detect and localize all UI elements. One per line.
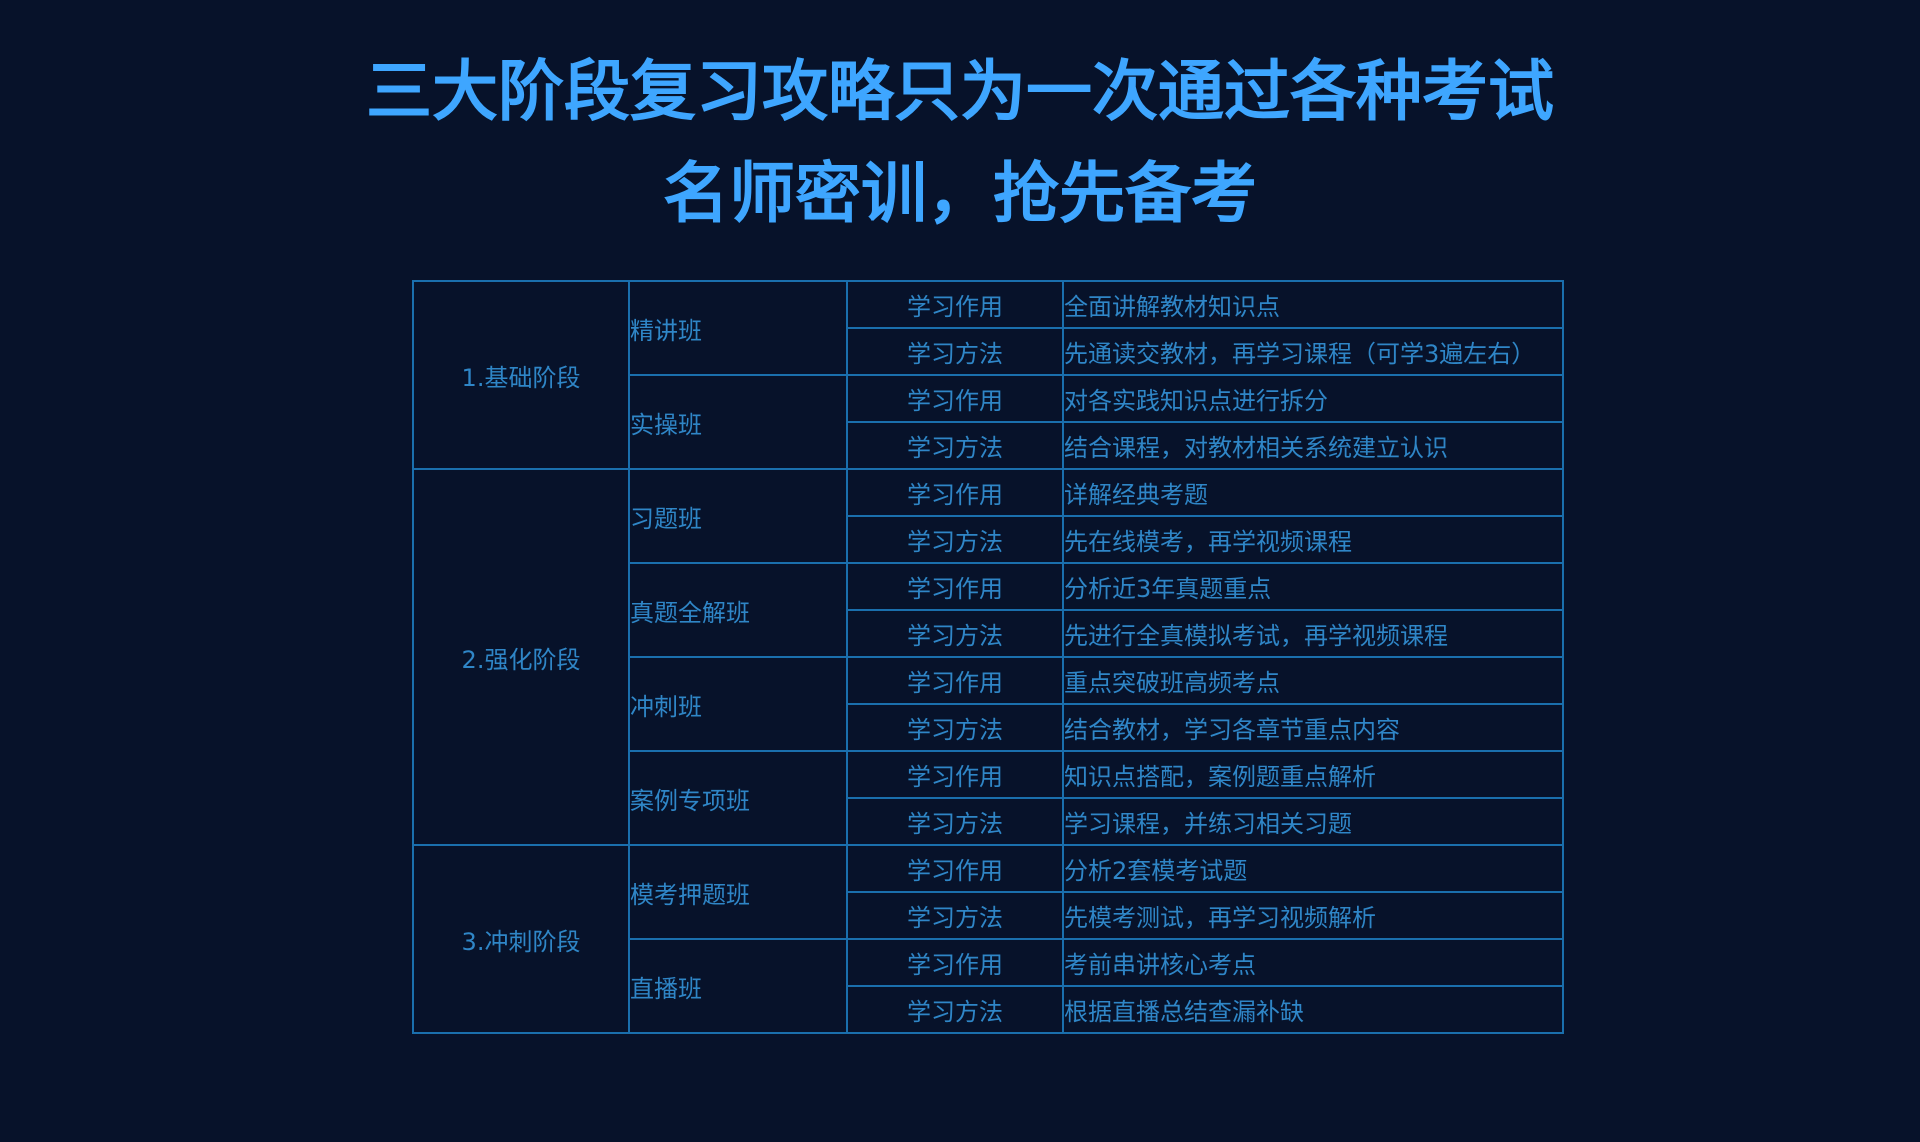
table-row: 2.强化阶段 习题班 学习作用 详解经典考题 (412, 468, 1564, 846)
class-cell: 实操班 (628, 374, 848, 470)
kind-cell: 学习作用 (846, 374, 1064, 423)
kind-cell: 学习方法 (846, 515, 1064, 564)
desc-cell: 先模考测试，再学习视频解析 (1062, 891, 1564, 940)
kind-cell: 学习作用 (846, 844, 1064, 893)
kind-cell: 学习方法 (846, 327, 1064, 376)
desc-cell: 先进行全真模拟考试，再学视频课程 (1062, 609, 1564, 658)
stage-cell: 3.冲刺阶段 (412, 844, 630, 1034)
kind-cell: 学习方法 (846, 891, 1064, 940)
desc-cell: 结合教材，学习各章节重点内容 (1062, 703, 1564, 752)
class-cell: 精讲班 (628, 280, 848, 376)
desc-cell: 学习课程，并练习相关习题 (1062, 797, 1564, 846)
desc-cell: 先在线模考，再学视频课程 (1062, 515, 1564, 564)
desc-cell: 详解经典考题 (1062, 468, 1564, 517)
class-cell: 直播班 (628, 938, 848, 1034)
desc-cell: 结合课程，对教材相关系统建立认识 (1062, 421, 1564, 470)
kind-cell: 学习作用 (846, 280, 1064, 329)
desc-cell: 根据直播总结查漏补缺 (1062, 985, 1564, 1034)
stage-cell: 1.基础阶段 (412, 280, 630, 470)
table-row: 1.基础阶段 精讲班 学习作用 全面讲解教材知识点 (412, 280, 1564, 470)
class-cell: 真题全解班 (628, 562, 848, 658)
desc-cell: 分析2套模考试题 (1062, 844, 1564, 893)
kind-cell: 学习作用 (846, 750, 1064, 799)
kind-cell: 学习作用 (846, 468, 1064, 517)
stage-cell: 2.强化阶段 (412, 468, 630, 846)
table-row: 3.冲刺阶段 模考押题班 学习作用 分析2套模考试题 (412, 844, 1564, 1034)
class-cell: 冲刺班 (628, 656, 848, 752)
kind-cell: 学习方法 (846, 985, 1064, 1034)
kind-cell: 学习方法 (846, 609, 1064, 658)
kind-cell: 学习作用 (846, 656, 1064, 705)
page-subtitle: 名师密训，抢先备考 (663, 155, 1257, 232)
kind-cell: 学习方法 (846, 703, 1064, 752)
desc-cell: 分析近3年真题重点 (1062, 562, 1564, 611)
page: 三大阶段复习攻略只为一次通过各种考试 名师密训，抢先备考 1.基础阶段 精讲班 … (0, 0, 1920, 1142)
desc-cell: 重点突破班高频考点 (1062, 656, 1564, 705)
class-cell: 模考押题班 (628, 844, 848, 940)
page-title: 三大阶段复习攻略只为一次通过各种考试 (366, 53, 1554, 130)
class-cell: 习题班 (628, 468, 848, 564)
desc-cell: 先通读交教材，再学习课程（可学3遍左右） (1062, 327, 1564, 376)
kind-cell: 学习作用 (846, 938, 1064, 987)
kind-cell: 学习方法 (846, 797, 1064, 846)
class-cell: 案例专项班 (628, 750, 848, 846)
kind-cell: 学习方法 (846, 421, 1064, 470)
desc-cell: 对各实践知识点进行拆分 (1062, 374, 1564, 423)
study-plan-table: 1.基础阶段 精讲班 学习作用 全面讲解教材知识点 学习方法 先通读交教材，再学… (412, 280, 1564, 1034)
kind-cell: 学习作用 (846, 562, 1064, 611)
desc-cell: 考前串讲核心考点 (1062, 938, 1564, 987)
desc-cell: 知识点搭配，案例题重点解析 (1062, 750, 1564, 799)
desc-cell: 全面讲解教材知识点 (1062, 280, 1564, 329)
